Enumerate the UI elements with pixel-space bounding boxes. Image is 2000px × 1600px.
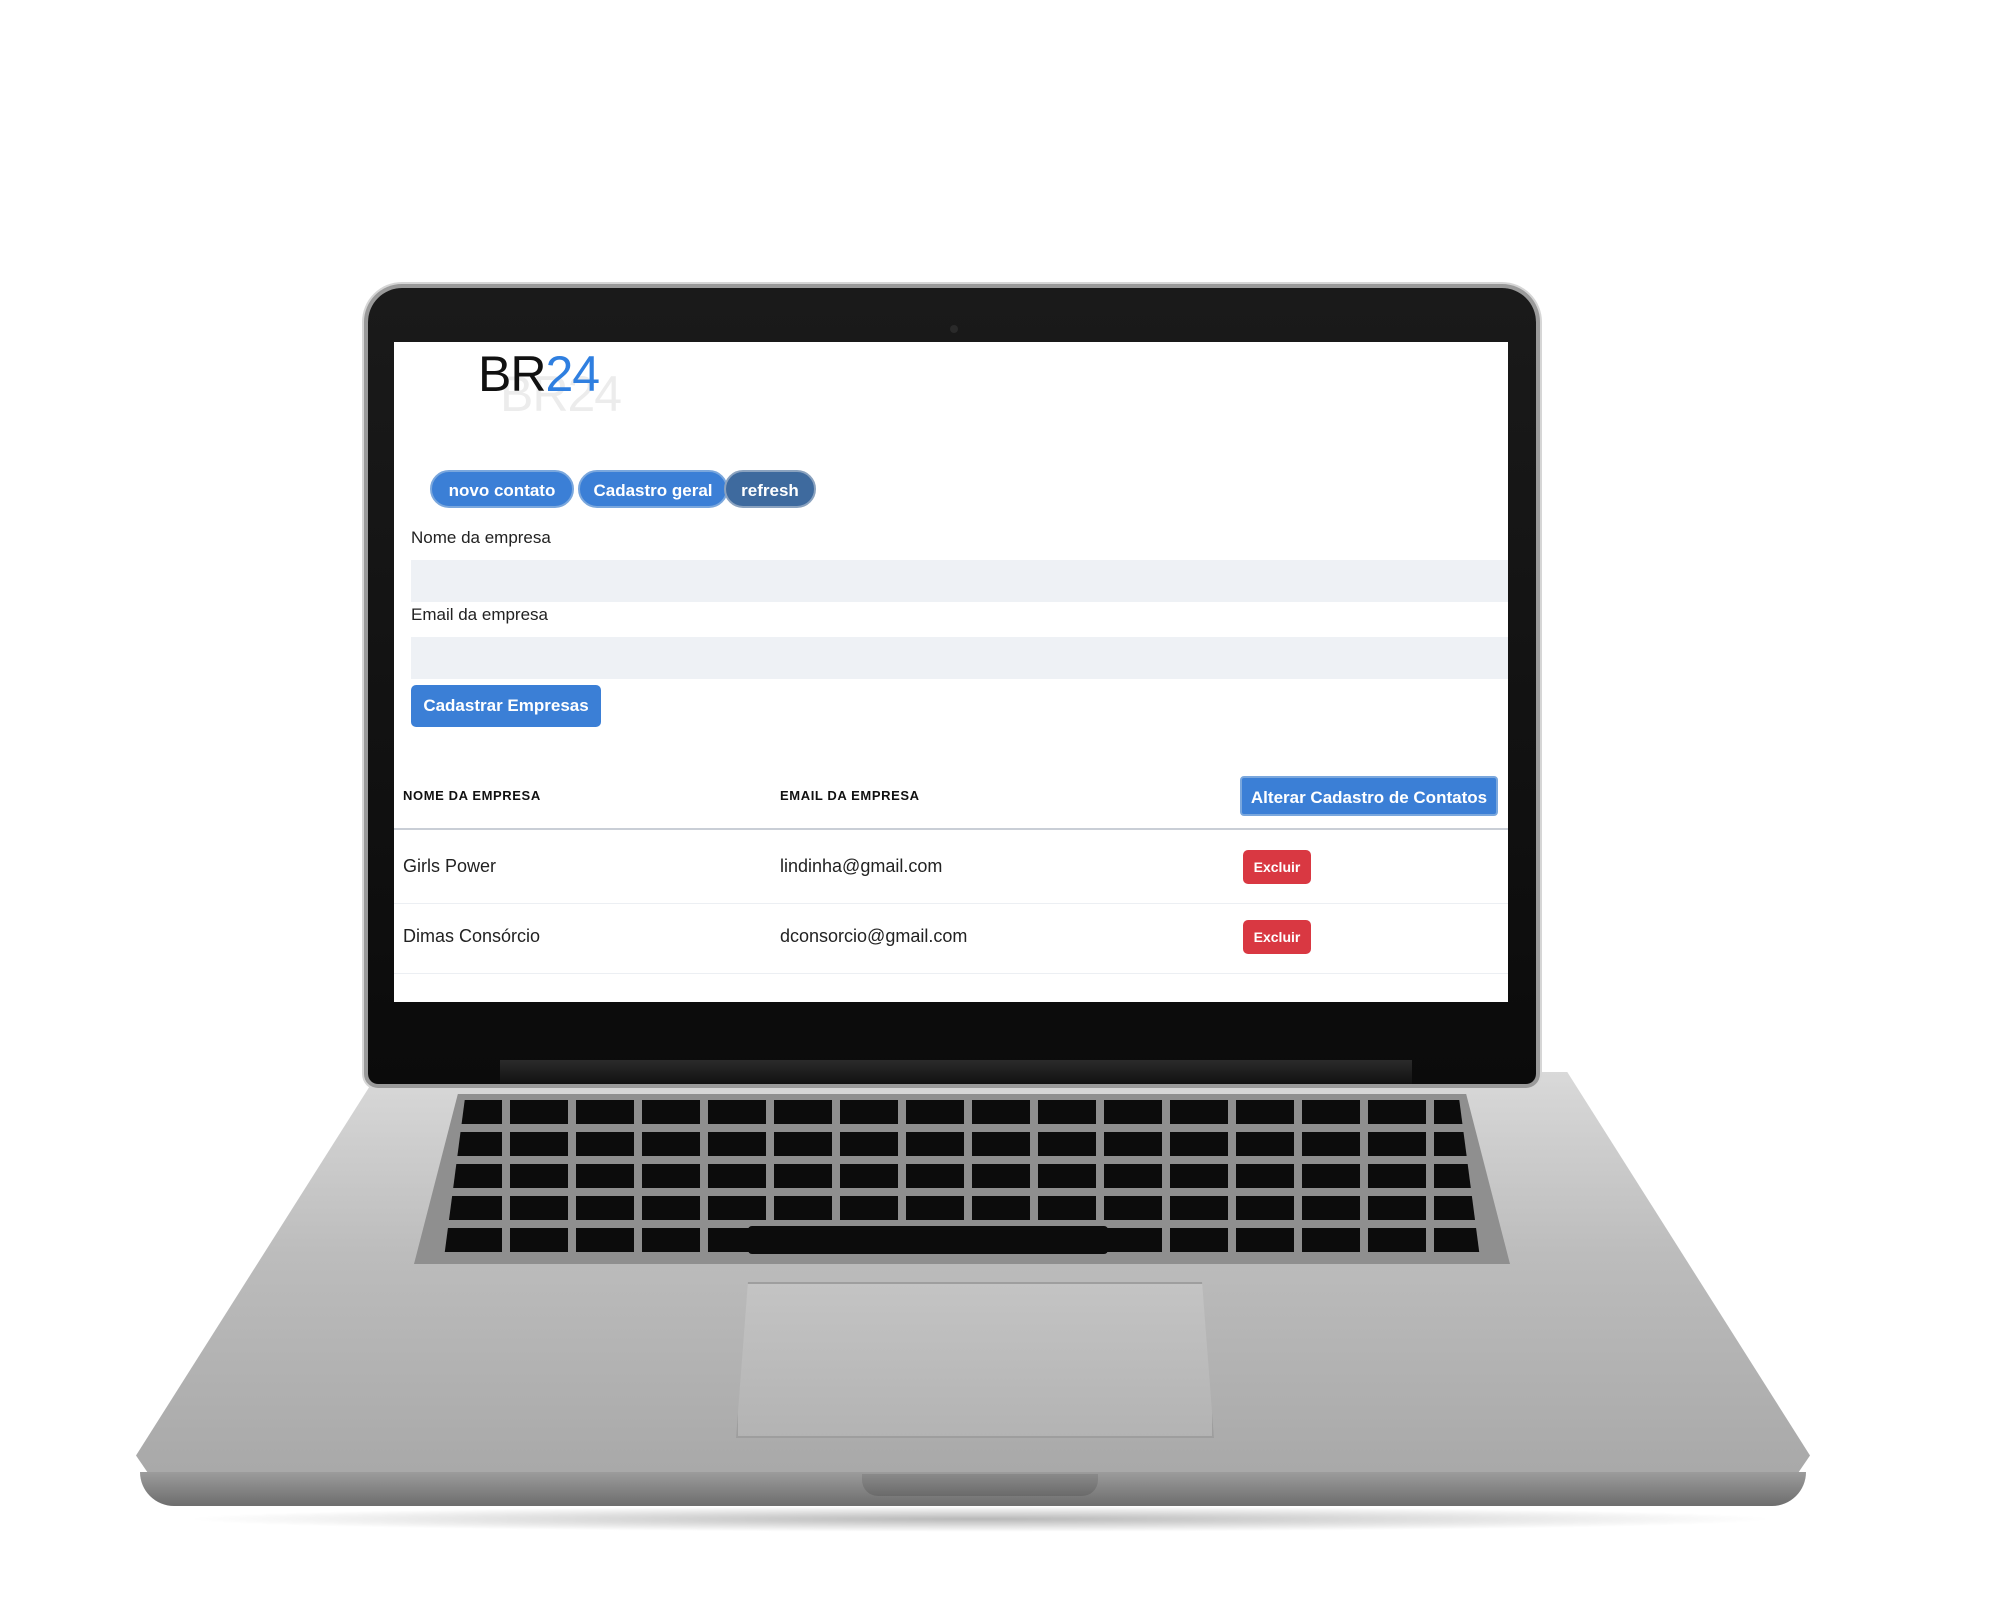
app-logo: BR24 (478, 344, 600, 404)
app-screen: BR24 BR24 novo contato Cadastro geral re… (394, 342, 1508, 1002)
table-row-company-email: lindinha@gmail.com (780, 856, 943, 876)
new-contact-button[interactable]: novo contato (430, 470, 574, 508)
delete-button[interactable]: Excluir (1243, 850, 1311, 884)
company-email-input[interactable] (411, 637, 1508, 679)
table-header-divider (394, 828, 1508, 830)
column-header-company-name: NOME DA EMPRESA (403, 788, 541, 803)
logo-letters: BR (478, 346, 546, 402)
table-row-divider (394, 973, 1508, 974)
logo-digits: 24 (545, 346, 600, 402)
laptop-trackpad (736, 1282, 1214, 1438)
table-row-company-name: Girls Power (403, 856, 497, 876)
general-register-button[interactable]: Cadastro geral (578, 470, 728, 508)
company-name-label: Nome da empresa (411, 528, 551, 547)
register-companies-button[interactable]: Cadastrar Empresas (411, 685, 601, 727)
table-row-company-email: dconsorcio@gmail.com (780, 926, 968, 946)
laptop-opening-notch (862, 1474, 1098, 1496)
company-name-input[interactable] (411, 560, 1508, 602)
company-email-label: Email da empresa (411, 605, 549, 624)
table-row-divider (394, 903, 1508, 904)
column-header-company-email: EMAIL DA EMPRESA (780, 788, 920, 803)
refresh-button[interactable]: refresh (724, 470, 816, 508)
alter-contacts-button[interactable]: Alterar Cadastro de Contatos (1240, 776, 1498, 816)
laptop-shadow (180, 1506, 1780, 1532)
table-row-company-name: Dimas Consórcio (403, 926, 541, 946)
delete-button[interactable]: Excluir (1243, 920, 1311, 954)
laptop-hinge (500, 1060, 1412, 1084)
laptop-spacebar (748, 1226, 1108, 1254)
webcam-icon (950, 325, 958, 333)
